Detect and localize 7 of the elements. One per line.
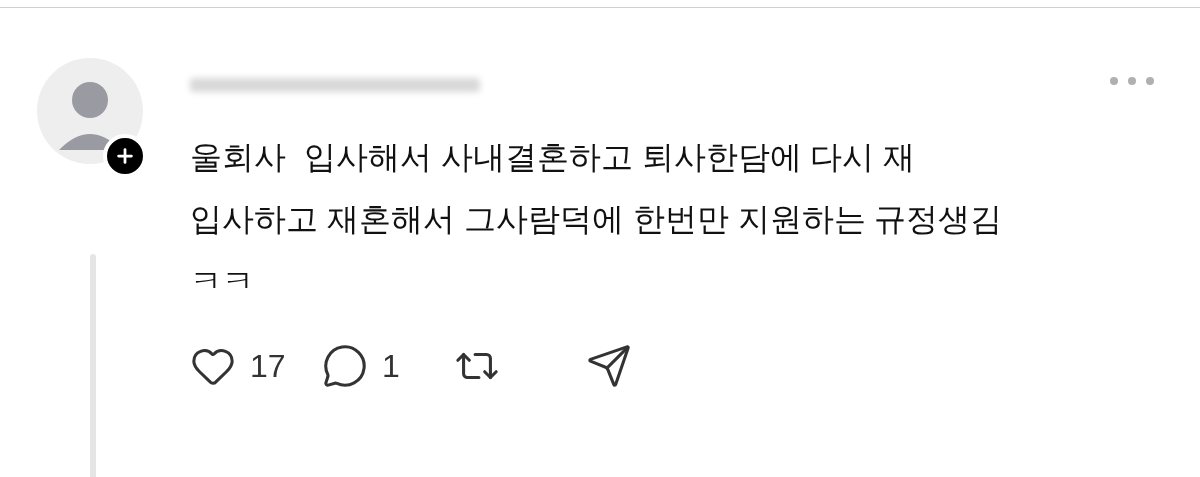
send-icon [586,343,632,389]
post-text: 울회사 입사해서 사내결혼하고 퇴사한담에 다시 재 입사하고 재혼해서 그사람덕에 한번만 지원하는 규정생김 ㅋㅋ [190,138,1004,301]
like-button[interactable]: 17 [190,342,322,390]
avatar-icon[interactable] [37,58,143,164]
speech-bubble-icon [322,343,368,389]
reply-button[interactable]: 1 [322,342,454,390]
plus-icon [114,145,136,167]
